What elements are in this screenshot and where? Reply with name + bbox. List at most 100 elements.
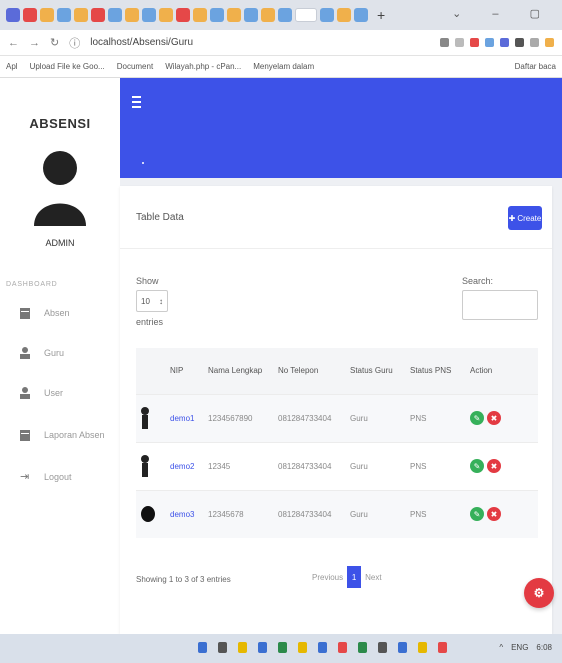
browser-tab[interactable] bbox=[91, 8, 105, 22]
extension-icon[interactable] bbox=[470, 38, 479, 47]
chevron-up-icon[interactable]: ^ bbox=[499, 643, 503, 652]
edit-button[interactable]: ✎ bbox=[470, 411, 484, 425]
search-input[interactable] bbox=[462, 290, 538, 320]
sidebar-item-label: User bbox=[44, 388, 64, 398]
telepon-cell: 081284733404 bbox=[274, 489, 346, 538]
delete-button[interactable]: ✖ bbox=[487, 411, 501, 425]
taskbar-app-icon[interactable] bbox=[378, 642, 387, 653]
search-icon[interactable] bbox=[218, 642, 227, 653]
browser-tab[interactable] bbox=[320, 8, 334, 22]
top-header bbox=[120, 78, 562, 178]
info-icon: ⓘ bbox=[69, 37, 81, 50]
edit-button[interactable]: ✎ bbox=[470, 459, 484, 473]
taskbar-app-icon[interactable] bbox=[358, 642, 367, 653]
browser-tab[interactable] bbox=[176, 8, 190, 22]
sidebar-item-laporan-absen[interactable]: Laporan Absen bbox=[20, 424, 116, 446]
browser-tab[interactable] bbox=[278, 8, 292, 22]
menu-toggle-icon[interactable] bbox=[132, 96, 141, 108]
extension-icon[interactable] bbox=[500, 38, 509, 47]
bookmark-item[interactable]: Menyelam dalam bbox=[253, 62, 314, 71]
new-tab-icon[interactable]: + bbox=[377, 7, 385, 23]
telepon-cell: 081284733404 bbox=[274, 441, 346, 490]
sidebar-item-logout[interactable]: ⇥ Logout bbox=[20, 466, 116, 488]
bookmark-item[interactable]: Upload File ke Goo... bbox=[30, 62, 105, 71]
browser-tab[interactable] bbox=[210, 8, 224, 22]
browser-tab[interactable] bbox=[142, 8, 156, 22]
browser-tab[interactable] bbox=[6, 8, 20, 22]
browser-tab[interactable] bbox=[193, 8, 207, 22]
bookmark-item[interactable]: Document bbox=[117, 62, 153, 71]
delete-button[interactable]: ✖ bbox=[487, 507, 501, 522]
windows-start-icon[interactable] bbox=[198, 642, 207, 653]
reading-list[interactable]: Daftar baca bbox=[515, 62, 556, 71]
bookmark-apps[interactable]: Apl bbox=[6, 62, 18, 71]
reload-icon[interactable]: ↻ bbox=[50, 36, 59, 49]
browser-tab[interactable] bbox=[227, 8, 241, 22]
entries-select[interactable]: 10 ↕ bbox=[136, 290, 168, 312]
browser-tab[interactable] bbox=[40, 8, 54, 22]
column-header[interactable] bbox=[136, 348, 166, 394]
calendar-icon bbox=[20, 308, 30, 319]
extension-icon[interactable] bbox=[530, 38, 539, 47]
window-controls[interactable]: ⌄ – ▢ bbox=[452, 7, 554, 20]
language-indicator[interactable]: ENG bbox=[511, 643, 528, 652]
taskbar-app-icon[interactable] bbox=[258, 642, 267, 653]
browser-tab[interactable] bbox=[244, 8, 258, 22]
column-header[interactable]: No Telepon bbox=[274, 348, 346, 394]
delete-button[interactable]: ✖ bbox=[487, 459, 501, 473]
taskbar-app-icon[interactable] bbox=[298, 642, 307, 653]
url-field[interactable]: localhost/Absensi/Guru bbox=[90, 37, 430, 48]
browser-tab[interactable] bbox=[337, 8, 351, 22]
star-icon[interactable] bbox=[455, 38, 464, 47]
pagination-previous[interactable]: Previous bbox=[312, 573, 343, 582]
browser-tab[interactable] bbox=[159, 8, 173, 22]
browser-tab[interactable] bbox=[354, 8, 368, 22]
bookmark-item[interactable]: Wilayah.php - cPan... bbox=[165, 62, 241, 71]
header-dot bbox=[142, 162, 144, 164]
guru-table: NIP Nama Lengkap No Telepon Status Guru … bbox=[136, 348, 538, 538]
nip-cell[interactable]: demo3 bbox=[166, 489, 204, 538]
edit-button[interactable]: ✎ bbox=[470, 507, 484, 522]
browser-tab-bar: + ⌄ – ▢ bbox=[0, 0, 562, 30]
profile-icon[interactable] bbox=[545, 38, 554, 47]
card-title: Table Data bbox=[136, 212, 184, 223]
pagination-next[interactable]: Next bbox=[365, 573, 381, 582]
column-header[interactable]: Status Guru bbox=[346, 348, 406, 394]
taskbar-app-icon[interactable] bbox=[318, 642, 327, 653]
browser-tab[interactable] bbox=[125, 8, 139, 22]
browser-tab-active[interactable] bbox=[295, 8, 317, 22]
sidebar-item-guru[interactable]: Guru bbox=[20, 342, 116, 364]
nip-cell[interactable]: demo2 bbox=[166, 441, 204, 490]
nip-cell[interactable]: demo1 bbox=[166, 393, 204, 442]
taskbar-app-icon[interactable] bbox=[278, 642, 287, 653]
nama-cell: 12345 bbox=[204, 441, 274, 490]
browser-tab[interactable] bbox=[74, 8, 88, 22]
taskbar-app-icon[interactable] bbox=[338, 642, 347, 653]
taskbar-app-icon[interactable] bbox=[398, 642, 407, 653]
taskbar-app-icon[interactable] bbox=[438, 642, 447, 653]
browser-tab[interactable] bbox=[108, 8, 122, 22]
sidebar-item-absen[interactable]: Absen bbox=[20, 302, 116, 324]
browser-tab[interactable] bbox=[57, 8, 71, 22]
browser-tab[interactable] bbox=[261, 8, 275, 22]
clock[interactable]: 6:08 bbox=[536, 643, 552, 652]
taskbar-app-icon[interactable] bbox=[418, 642, 427, 653]
search-label: Search: bbox=[462, 276, 494, 286]
sidebar-item-user[interactable]: User bbox=[20, 382, 116, 404]
create-button[interactable]: ✚ Create bbox=[508, 206, 542, 230]
extension-icon[interactable] bbox=[515, 38, 524, 47]
table-row: demo2 12345 081284733404 Guru PNS ✎ ✖ bbox=[136, 441, 538, 490]
pagination-page[interactable]: 1 bbox=[347, 566, 362, 588]
extension-icon[interactable] bbox=[440, 38, 449, 47]
extension-icon[interactable] bbox=[485, 38, 494, 47]
column-header[interactable]: Status PNS bbox=[406, 348, 466, 394]
table-info: Showing 1 to 3 of 3 entries bbox=[136, 575, 231, 584]
floating-action-button[interactable]: ⚙ bbox=[524, 578, 554, 608]
back-icon[interactable]: ← bbox=[8, 37, 19, 49]
column-header[interactable]: Nama Lengkap bbox=[204, 348, 274, 394]
forward-icon[interactable]: → bbox=[29, 37, 40, 49]
browser-tab[interactable] bbox=[23, 8, 37, 22]
column-header[interactable]: NIP bbox=[166, 348, 204, 394]
status-pns-cell: PNS bbox=[406, 441, 466, 490]
taskbar-app-icon[interactable] bbox=[238, 642, 247, 653]
